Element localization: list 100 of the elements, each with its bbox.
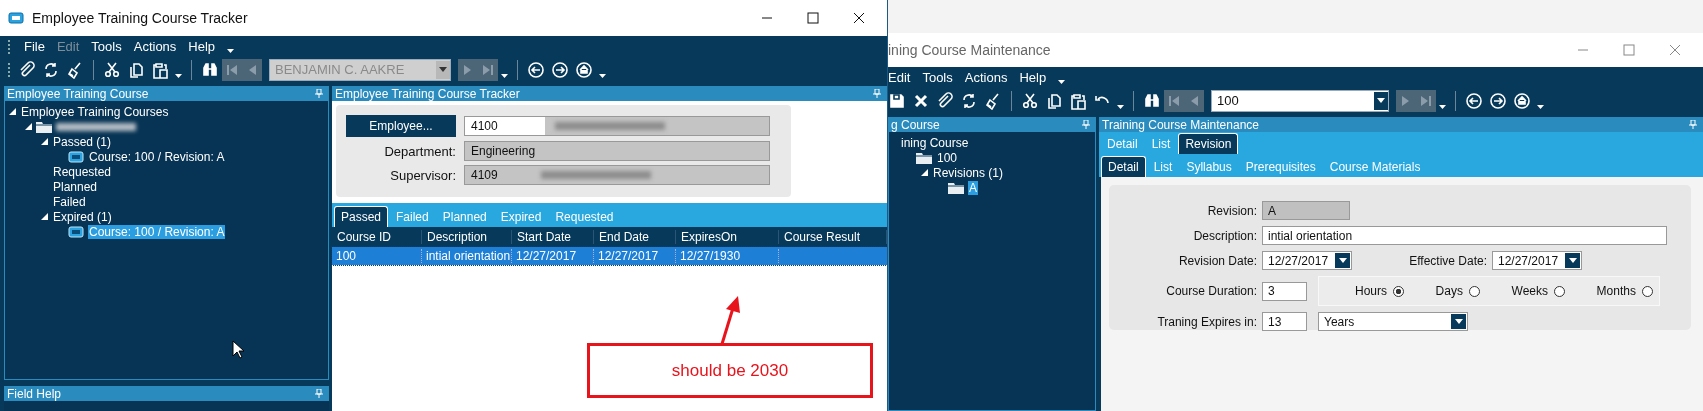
expanded-triangle-icon[interactable]	[41, 213, 48, 220]
menu-item[interactable]: File	[24, 39, 45, 54]
dropdown-arrow-icon	[1377, 98, 1385, 103]
menu-item[interactable]: Tools	[922, 70, 953, 85]
scissors-icon[interactable]	[1021, 91, 1039, 110]
tree-item[interactable]: Requested	[52, 164, 113, 179]
maximize-icon[interactable]	[807, 12, 819, 24]
menu-item[interactable]: Help	[188, 39, 216, 54]
pin-icon[interactable]	[1082, 120, 1090, 129]
tree-item[interactable]: Failed	[52, 194, 87, 209]
menu-item[interactable]: Edit	[888, 70, 911, 85]
tree-item[interactable]: Course: 100 / Revision: A	[88, 149, 226, 164]
skip-end-icon	[1419, 93, 1433, 108]
scissors-icon[interactable]	[103, 60, 121, 79]
chip-icon	[68, 150, 84, 163]
menu-item[interactable]: Actions	[964, 70, 1008, 85]
caret-icon[interactable]	[1439, 105, 1446, 109]
menu-item[interactable]: Help	[1019, 70, 1047, 85]
home-icon[interactable]	[1513, 91, 1531, 110]
date-field[interactable]: 12/27/2017	[1262, 251, 1352, 270]
skip-start-icon	[1167, 93, 1181, 108]
expires-field[interactable]: 13	[1262, 312, 1307, 331]
tree-item[interactable]: Employee Training Courses	[20, 104, 170, 119]
employee-button[interactable]: Employee...	[346, 115, 456, 137]
tree-item[interactable]: Passed (1)	[52, 134, 113, 149]
folder-icon	[948, 181, 964, 194]
radio-button[interactable]	[1468, 285, 1480, 297]
dropdown-arrow-icon	[1568, 258, 1577, 263]
pin-icon[interactable]	[315, 89, 323, 98]
first-button[interactable]	[1164, 89, 1184, 112]
tree-item[interactable]: Revisions (1)	[932, 165, 1005, 180]
date-field[interactable]: 12/27/2017	[1492, 251, 1582, 270]
caret-icon[interactable]	[501, 74, 508, 78]
radio-button[interactable]	[1554, 285, 1565, 297]
blurred-text[interactable]	[56, 122, 136, 131]
tab[interactable]: Revision	[1178, 133, 1239, 154]
table-cell: 12/27/2017	[512, 249, 594, 263]
employee-field[interactable]: 4100	[464, 116, 770, 136]
column-header[interactable]: Description	[422, 230, 512, 244]
menu-item[interactable]: Actions	[133, 39, 177, 54]
table-cell: intial orientation	[422, 249, 512, 263]
next-button[interactable]	[458, 58, 478, 81]
caret-icon[interactable]	[227, 49, 235, 53]
record-selector[interactable]: 100	[1211, 89, 1389, 112]
previous-button[interactable]	[242, 58, 262, 81]
caret-icon[interactable]	[1117, 105, 1124, 109]
binoculars-icon[interactable]	[201, 60, 219, 79]
close-icon[interactable]	[853, 12, 865, 24]
tab[interactable]: Passed	[334, 206, 389, 227]
column-header[interactable]: Start Date	[512, 230, 594, 244]
description-field[interactable]: intial orientation	[1262, 226, 1667, 245]
expanded-triangle-icon[interactable]	[25, 123, 32, 130]
radio-button[interactable]	[1641, 285, 1653, 297]
refresh-icon[interactable]	[42, 60, 60, 79]
radio-button[interactable]	[1393, 285, 1404, 297]
expanded-triangle-icon[interactable]	[921, 169, 928, 176]
tree-item[interactable]: ining Course	[900, 135, 970, 150]
home-icon[interactable]	[575, 60, 593, 79]
copy-icon[interactable]	[127, 60, 145, 79]
menu-item[interactable]: Tools	[91, 39, 122, 54]
tree-item[interactable]: Planned	[52, 179, 99, 194]
clipboard-icon[interactable]	[1069, 91, 1087, 110]
tree-item[interactable]: 100	[936, 150, 959, 165]
column-header[interactable]: Course ID	[332, 230, 422, 244]
expanded-triangle-icon[interactable]	[41, 138, 48, 145]
column-header[interactable]: Course Result	[779, 230, 887, 244]
column-header[interactable]: End Date	[594, 230, 676, 244]
table-row[interactable]: 100 intial orientation 12/27/2017 12/27/2017 12/27/1930	[332, 247, 887, 265]
duration-field[interactable]: 3	[1262, 281, 1307, 301]
caret-icon[interactable]	[599, 74, 606, 78]
column-header[interactable]: ExpiresOn	[676, 230, 779, 244]
pin-icon[interactable]	[1689, 120, 1697, 129]
last-button[interactable]	[1416, 89, 1436, 112]
next-button[interactable]	[1396, 89, 1416, 112]
caret-icon[interactable]	[1537, 105, 1544, 109]
paperclip-icon[interactable]	[18, 60, 36, 79]
previous-button[interactable]	[1184, 89, 1204, 112]
pin-icon[interactable]	[315, 389, 323, 398]
tree-item[interactable]: Expired (1)	[52, 209, 113, 224]
save-icon[interactable]	[888, 91, 906, 110]
broom-icon[interactable]	[66, 60, 84, 79]
binoculars-icon[interactable]	[1143, 91, 1161, 110]
paperclip-icon[interactable]	[936, 91, 954, 110]
folder-icon	[36, 120, 52, 133]
caret-icon[interactable]	[1058, 80, 1066, 84]
caret-icon[interactable]	[175, 74, 182, 78]
broom-icon[interactable]	[984, 91, 1002, 110]
dropdown-arrow-icon	[1454, 319, 1463, 324]
refresh-icon[interactable]	[960, 91, 978, 110]
pin-icon[interactable]	[873, 89, 881, 98]
expanded-triangle-icon[interactable]	[9, 108, 16, 115]
unit-dropdown[interactable]: Years	[1318, 312, 1468, 331]
copy-icon[interactable]	[1045, 91, 1063, 110]
supervisor-field[interactable]: 4109	[464, 165, 770, 185]
last-button[interactable]	[478, 58, 498, 81]
first-button[interactable]	[222, 58, 242, 81]
tab[interactable]: Detail	[1101, 156, 1146, 177]
revision-field[interactable]: A	[1262, 201, 1350, 220]
clipboard-icon[interactable]	[151, 60, 169, 79]
department-field[interactable]: Engineering	[464, 141, 770, 161]
